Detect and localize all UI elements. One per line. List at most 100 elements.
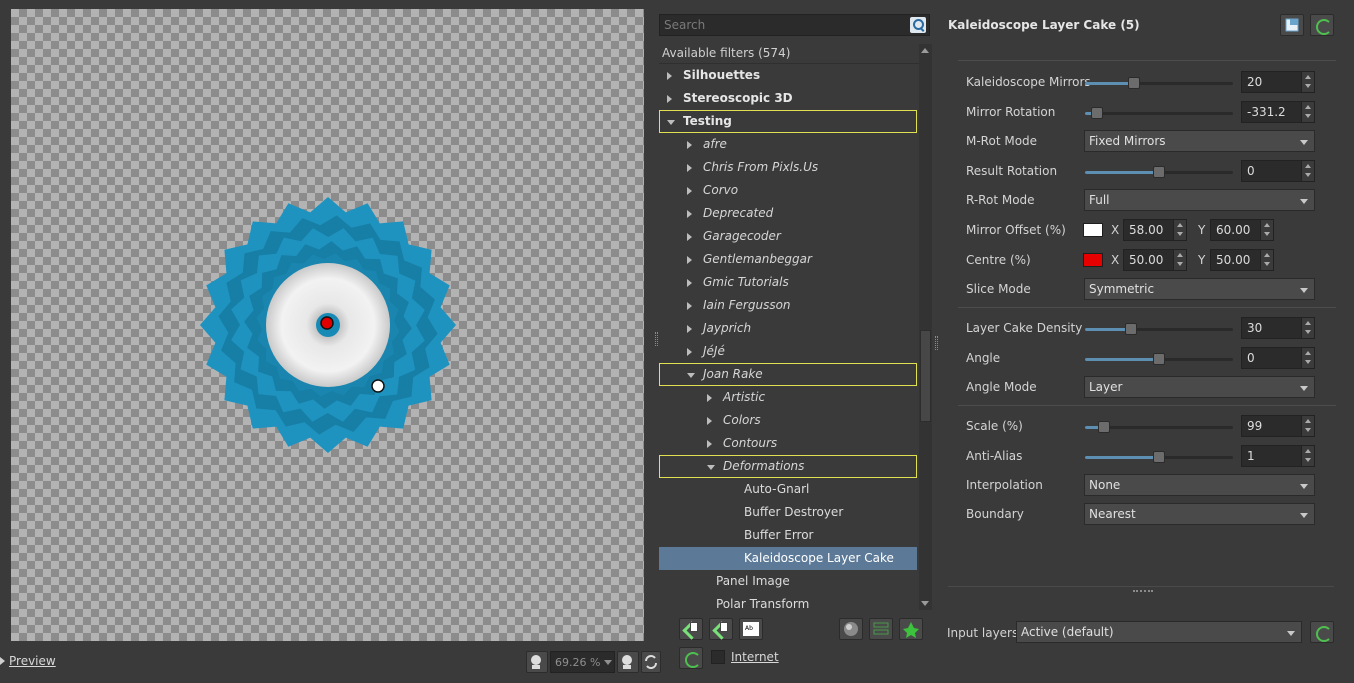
search-icon[interactable] <box>910 17 926 33</box>
expand-arrow-closed-icon[interactable] <box>687 348 692 356</box>
tree-item[interactable]: Joan Rake <box>659 363 917 386</box>
spin-arrows-icon[interactable] <box>1301 348 1314 368</box>
spin-arrows-icon[interactable] <box>1301 446 1314 466</box>
scroll-down-icon[interactable] <box>921 601 929 606</box>
tree-item[interactable]: Garagecoder <box>659 225 917 248</box>
mirror-rotation-slider[interactable] <box>1085 107 1233 119</box>
spin-arrows-icon[interactable] <box>1301 102 1314 122</box>
spin-arrows-icon[interactable] <box>1260 220 1273 240</box>
input-layers-select[interactable]: Active (default) <box>1016 621 1302 643</box>
tree-item[interactable]: Gentlemanbeggar <box>659 248 917 271</box>
spin-arrows-icon[interactable] <box>1301 161 1314 181</box>
tree-item[interactable]: Corvo <box>659 179 917 202</box>
tree-item[interactable]: Auto-Gnarl <box>659 478 917 501</box>
tree-item[interactable]: Stereoscopic 3D <box>659 87 917 110</box>
spin-arrows-icon[interactable] <box>1301 318 1314 338</box>
tree-item[interactable]: Kaleidoscope Layer Cake <box>659 547 917 570</box>
expand-arrow-closed-icon[interactable] <box>687 302 692 310</box>
angle-slider[interactable] <box>1085 353 1233 365</box>
expand-arrow-closed-icon[interactable] <box>687 187 692 195</box>
reset-parameters-button[interactable] <box>1310 14 1334 36</box>
kaleidoscope-mirrors-spinbox[interactable]: 20 <box>1241 71 1315 93</box>
rename-favorite-button[interactable] <box>709 618 733 640</box>
centre-y-spinbox[interactable]: 50.00 <box>1210 249 1274 271</box>
scrollbar-thumb[interactable] <box>920 330 931 422</box>
tree-item[interactable]: Polar Transform <box>659 593 917 612</box>
tree-item[interactable]: Deformations <box>659 455 917 478</box>
tree-item[interactable]: Contours <box>659 432 917 455</box>
expand-arrow-closed-icon[interactable] <box>687 164 692 172</box>
layer-cake-density-slider[interactable] <box>1085 323 1233 335</box>
expand-arrow-closed-icon[interactable] <box>687 256 692 264</box>
centre-color-swatch[interactable] <box>1083 253 1103 267</box>
copy-command-button[interactable] <box>1280 14 1304 36</box>
spin-arrows-icon[interactable] <box>1260 250 1273 270</box>
expand-arrow-open-icon[interactable] <box>667 120 675 125</box>
layer-cake-density-spinbox[interactable]: 30 <box>1241 317 1315 339</box>
slider-handle[interactable] <box>1127 77 1140 89</box>
tree-item[interactable]: JéJé <box>659 340 917 363</box>
tree-item[interactable]: afre <box>659 133 917 156</box>
expand-arrow-open-icon[interactable] <box>707 465 715 470</box>
tree-item[interactable]: Testing <box>659 110 917 133</box>
slice-mode-select[interactable]: Symmetric <box>1084 278 1315 300</box>
mirror-rotation-spinbox[interactable]: -331.2 <box>1241 101 1315 123</box>
spin-arrows-icon[interactable] <box>1301 72 1314 92</box>
splitter-handle-right[interactable] <box>935 336 938 350</box>
expand-collapse-button[interactable] <box>869 618 893 640</box>
kaleidoscope-mirrors-slider[interactable] <box>1085 77 1233 89</box>
zoom-level-field[interactable]: 69.26 % <box>550 651 615 673</box>
m-rot-mode-select[interactable]: Fixed Mirrors <box>1084 130 1315 152</box>
tree-item[interactable]: Artistic <box>659 386 917 409</box>
mirror-offset-color-swatch[interactable] <box>1083 223 1103 237</box>
expand-arrow-open-icon[interactable] <box>687 373 695 378</box>
expand-arrow-closed-icon[interactable] <box>687 325 692 333</box>
zoom-out-button[interactable] <box>526 651 548 673</box>
checkbox[interactable] <box>711 650 725 664</box>
search-input[interactable]: Search <box>659 14 930 36</box>
tree-scrollbar[interactable] <box>919 44 932 610</box>
zoom-in-button[interactable] <box>617 651 639 673</box>
spin-arrows-icon[interactable] <box>1173 250 1186 270</box>
tree-item[interactable]: Iain Fergusson <box>659 294 917 317</box>
filter-tree[interactable]: Silhouettes Stereoscopic 3D Testing afre Chr… <box>659 64 917 612</box>
anti-alias-spinbox[interactable]: 1 <box>1241 445 1315 467</box>
interpolation-select[interactable]: None <box>1084 474 1315 496</box>
expand-arrow-closed-icon[interactable] <box>667 72 672 80</box>
result-rotation-slider[interactable] <box>1085 166 1233 178</box>
expand-arrow-closed-icon[interactable] <box>707 440 712 448</box>
scroll-up-icon[interactable] <box>921 48 929 53</box>
slider-handle[interactable] <box>1153 166 1165 178</box>
expand-arrow-closed-icon[interactable] <box>707 417 712 425</box>
tree-item[interactable]: Deprecated <box>659 202 917 225</box>
rename-filter-button[interactable]: Ab <box>739 618 763 640</box>
spin-arrows-icon[interactable] <box>1173 220 1186 240</box>
slider-handle[interactable] <box>1090 107 1103 119</box>
preview-canvas[interactable] <box>11 9 644 641</box>
angle-spinbox[interactable]: 0 <box>1241 347 1315 369</box>
tree-item[interactable]: Gmic Tutorials <box>659 271 917 294</box>
centre-handle[interactable] <box>320 316 334 330</box>
slider-handle[interactable] <box>1124 323 1137 335</box>
slider-handle[interactable] <box>1153 353 1165 365</box>
mirror-offset-y-spinbox[interactable]: 60.00 <box>1210 219 1274 241</box>
refresh-input-layers-button[interactable] <box>1310 621 1334 643</box>
scale-slider[interactable] <box>1085 421 1233 433</box>
centre-x-spinbox[interactable]: 50.00 <box>1123 249 1187 271</box>
internet-updates-checkbox[interactable]: Internet <box>711 650 779 664</box>
resize-grip[interactable] <box>1133 590 1153 592</box>
r-rot-mode-select[interactable]: Full <box>1084 189 1315 211</box>
visibility-toggle-button[interactable] <box>839 618 863 640</box>
selection-mode-button[interactable] <box>899 618 923 640</box>
mirror-offset-x-spinbox[interactable]: 58.00 <box>1123 219 1187 241</box>
expand-arrow-closed-icon[interactable] <box>687 210 692 218</box>
update-filters-button[interactable] <box>679 647 703 669</box>
slider-handle[interactable] <box>1153 451 1165 463</box>
expand-arrow-closed-icon[interactable] <box>667 95 672 103</box>
tree-item[interactable]: Silhouettes <box>659 64 917 87</box>
result-rotation-spinbox[interactable]: 0 <box>1241 160 1315 182</box>
angle-mode-select[interactable]: Layer <box>1084 376 1315 398</box>
scale-spinbox[interactable]: 99 <box>1241 415 1315 437</box>
slider-handle[interactable] <box>1098 421 1111 433</box>
expand-arrow-closed-icon[interactable] <box>687 279 692 287</box>
